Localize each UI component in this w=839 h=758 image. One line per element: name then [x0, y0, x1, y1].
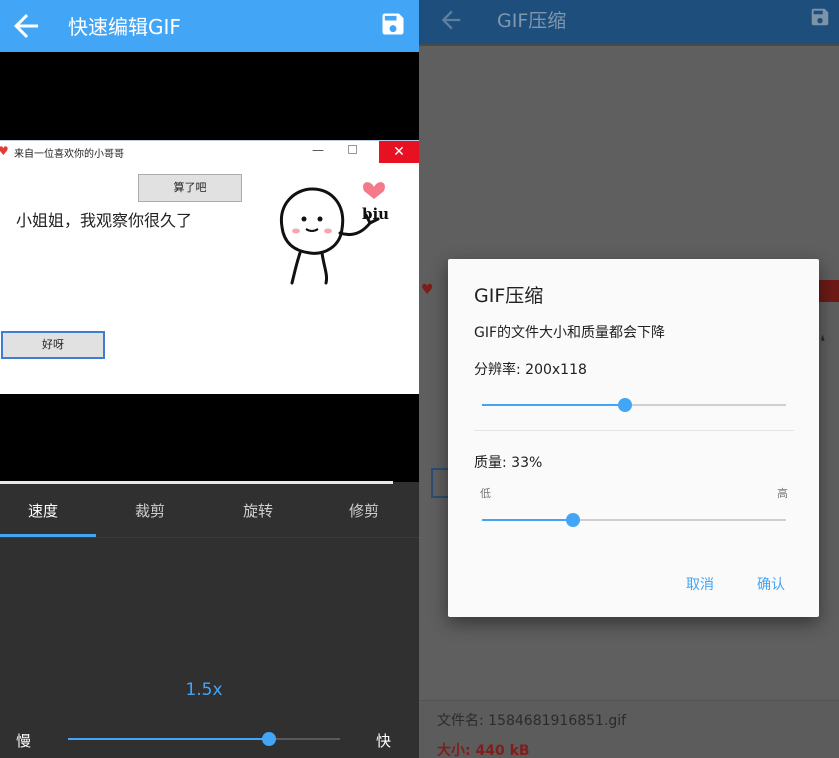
heart-icon: ♥	[421, 282, 434, 298]
resolution-slider-fill	[482, 404, 625, 406]
quick-edit-screen: 快速编辑GIF ♥ 来自一位喜欢你的小哥哥 — ✕ 算了吧 小姐姐，我观察你很久…	[0, 0, 419, 758]
speed-slow-label: 慢	[16, 732, 32, 750]
resolution-slider-thumb[interactable]	[617, 398, 632, 412]
dialog-message: GIF的文件大小和质量都会下降	[474, 325, 666, 341]
cancel-button[interactable]: 取消	[686, 574, 714, 594]
speed-slider[interactable]	[68, 732, 340, 746]
tab-trim[interactable]: 修剪	[314, 484, 414, 538]
save-icon	[811, 8, 829, 26]
tab-indicator	[0, 534, 96, 537]
divider	[419, 44, 839, 46]
gif-preview: ♥ 来自一位喜欢你的小哥哥 — ✕ 算了吧 小姐姐，我观察你很久了 好呀 biu	[0, 52, 419, 482]
page-title: GIF压缩	[497, 10, 567, 32]
quality-slider-thumb[interactable]	[566, 513, 581, 527]
speed-fast-label: 快	[376, 732, 392, 750]
app-bar-dimmed: GIF压缩	[419, 0, 839, 44]
tab-rotate[interactable]: 旋转	[208, 484, 308, 538]
sticker-text: biu	[362, 205, 389, 223]
close-icon: ✕	[379, 141, 419, 163]
resolution-slider[interactable]	[482, 398, 786, 412]
quality-low-label: 低	[480, 487, 491, 500]
sticker-figure-illustration: biu	[279, 182, 389, 285]
arrow-left-icon[interactable]	[8, 8, 44, 44]
heart-icon: ♥	[0, 144, 9, 158]
app-bar: 快速编辑GIF	[0, 0, 419, 52]
gif-frame: ♥ 来自一位喜欢你的小哥哥 — ✕ 算了吧 小姐姐，我观察你很久了 好呀 biu	[0, 140, 419, 394]
maximize-icon	[348, 145, 357, 154]
quality-slider[interactable]	[482, 513, 786, 527]
dialog-title: GIF压缩	[474, 285, 544, 307]
save-icon[interactable]	[379, 10, 407, 38]
gif-button-accept: 好呀	[1, 331, 105, 359]
speed-slider-thumb[interactable]	[262, 732, 277, 746]
gif-button-decline: 算了吧	[138, 174, 242, 202]
quality-label: 质量: 33%	[474, 455, 543, 471]
dimmed-gif-mark: ❛	[819, 332, 825, 351]
edit-tabs: 速度 裁剪 旋转 修剪	[0, 484, 419, 538]
speed-value: 1.5x	[185, 680, 223, 700]
screenshot-root: 快速编辑GIF ♥ 来自一位喜欢你的小哥哥 — ✕ 算了吧 小姐姐，我观察你很久…	[0, 0, 839, 758]
gif-window-title: 来自一位喜欢你的小哥哥	[14, 149, 124, 160]
page-title: 快速编辑GIF	[68, 15, 181, 39]
compress-dialog: GIF压缩 GIF的文件大小和质量都会下降 分辨率: 200x118 质量: 3…	[448, 259, 819, 617]
resolution-label: 分辨率: 200x118	[474, 362, 587, 378]
file-size: 大小: 440 kB	[437, 743, 530, 758]
gif-message-text: 小姐姐，我观察你很久了	[16, 211, 193, 230]
tab-crop[interactable]: 裁剪	[100, 484, 200, 538]
confirm-button[interactable]: 确认	[757, 574, 785, 594]
dialog-divider	[474, 430, 794, 431]
quality-slider-fill	[482, 519, 574, 521]
speed-slider-fill	[68, 738, 270, 740]
gif-window-titlebar: ♥ 来自一位喜欢你的小哥哥 — ✕	[0, 141, 419, 163]
file-name: 文件名: 1584681916851.gif	[437, 713, 627, 729]
quality-high-label: 高	[777, 487, 788, 500]
tab-speed[interactable]: 速度	[0, 484, 86, 538]
compress-screen: GIF压缩 ♥ ❛ 文件名: 1584681916851.gif 大小: 440…	[419, 0, 839, 758]
arrow-left-icon	[441, 10, 461, 30]
minimize-icon: —	[312, 143, 324, 157]
